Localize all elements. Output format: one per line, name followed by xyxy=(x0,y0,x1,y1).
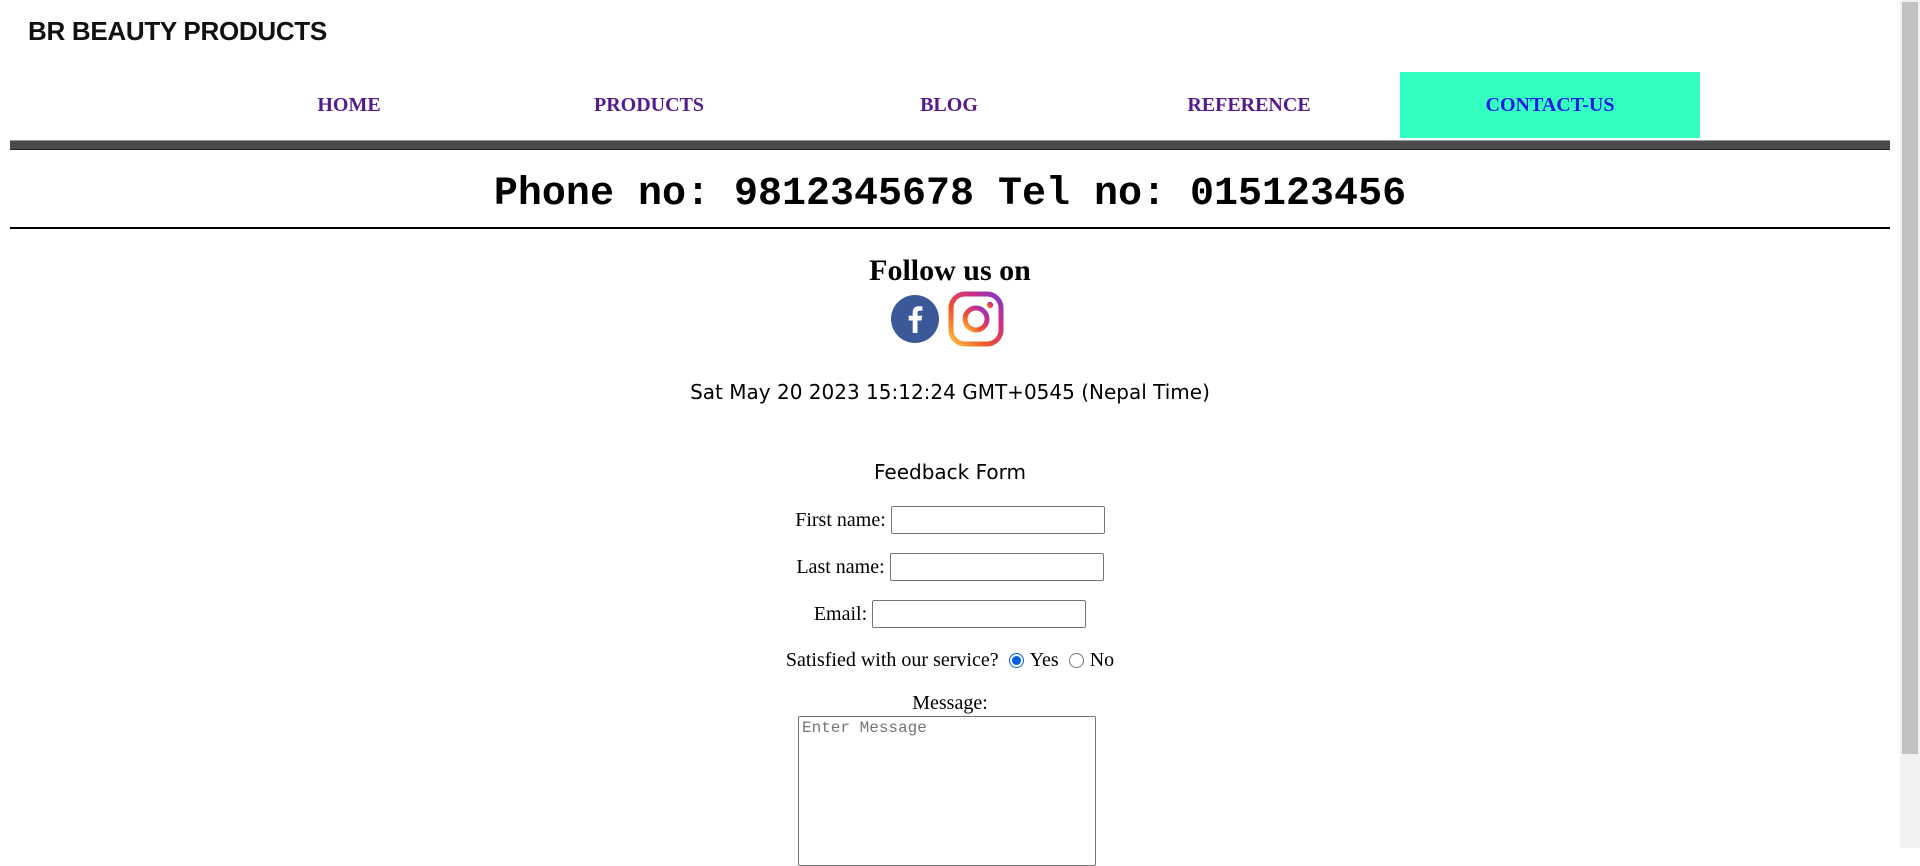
instagram-icon[interactable] xyxy=(947,290,1005,348)
email-input[interactable] xyxy=(872,600,1087,628)
phone-divider xyxy=(10,227,1890,229)
email-label: Email: xyxy=(813,602,868,625)
scrollbar-thumb[interactable] xyxy=(1902,2,1918,754)
last-name-row: Last name: xyxy=(0,553,1900,581)
main-nav: HOME PRODUCTS BLOG REFERENCE CONTACT-US xyxy=(0,72,1900,138)
satisfied-yes-radio[interactable] xyxy=(1008,653,1024,668)
first-name-row: First name: xyxy=(0,506,1900,534)
brand-title: BR BEAUTY PRODUCTS xyxy=(28,16,327,46)
satisfaction-row: Satisfied with our service? Yes No xyxy=(0,649,1900,672)
nav-divider xyxy=(10,140,1890,150)
current-datetime: Sat May 20 2023 15:12:24 GMT+0545 (Nepal… xyxy=(690,380,1210,404)
satisfaction-label: Satisfied with our service? xyxy=(785,649,999,671)
first-name-input[interactable] xyxy=(890,506,1105,534)
email-row: Email: xyxy=(0,600,1900,628)
facebook-icon[interactable] xyxy=(891,295,939,343)
nav-reference[interactable]: REFERENCE xyxy=(1099,72,1399,138)
nav-home[interactable]: HOME xyxy=(199,72,499,138)
feedback-form-title: Feedback Form xyxy=(874,460,1026,484)
last-name-label: Last name: xyxy=(796,555,885,578)
no-label: No xyxy=(1089,649,1115,671)
message-label: Message: xyxy=(912,692,988,714)
yes-label: Yes xyxy=(1029,649,1059,671)
last-name-input[interactable] xyxy=(889,553,1104,581)
nav-products[interactable]: PRODUCTS xyxy=(499,72,799,138)
vertical-scrollbar[interactable] xyxy=(1900,0,1920,848)
nav-contact-us[interactable]: CONTACT-US xyxy=(1400,72,1700,138)
first-name-label: First name: xyxy=(795,508,886,531)
social-links xyxy=(891,290,1005,348)
phone-numbers: Phone no: 9812345678 Tel no: 015123456 xyxy=(493,172,1407,217)
follow-heading: Follow us on xyxy=(869,254,1031,287)
nav-blog[interactable]: BLOG xyxy=(799,72,1099,138)
satisfied-no-radio[interactable] xyxy=(1068,653,1084,668)
message-textarea[interactable] xyxy=(798,716,1096,866)
